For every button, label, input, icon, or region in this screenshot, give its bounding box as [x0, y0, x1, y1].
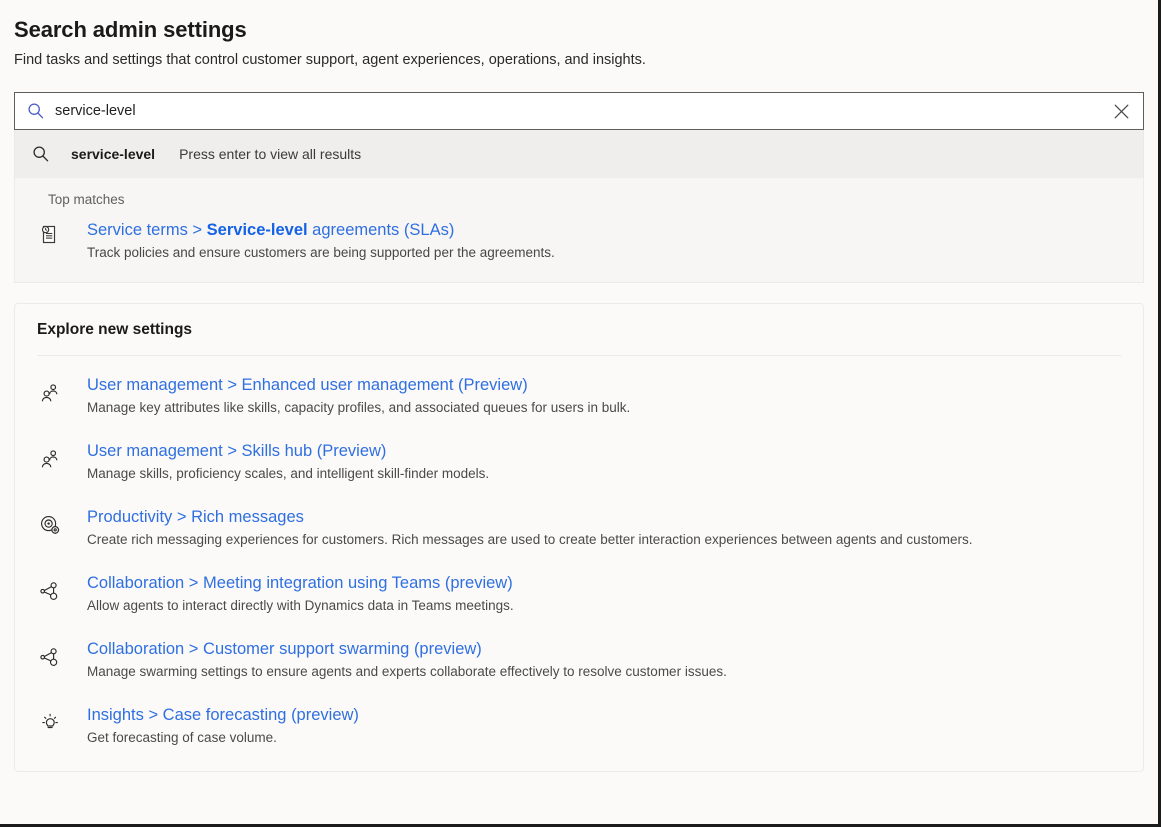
search-input[interactable] — [55, 99, 1107, 123]
top-match-description: Track policies and ensure customers are … — [87, 244, 1131, 262]
list-item-body: Collaboration > Meeting integration usin… — [87, 572, 1129, 615]
top-match-title-highlight: Service-level — [207, 221, 308, 239]
list-item-body: Productivity > Rich messages Create rich… — [87, 506, 1129, 549]
page-title: Search admin settings — [14, 16, 1144, 44]
share-network-icon — [37, 638, 63, 667]
close-icon — [1113, 103, 1130, 120]
list-item[interactable]: Collaboration > Customer support swarmin… — [15, 638, 1143, 704]
list-item[interactable]: Insights > Case forecasting (preview) Ge… — [15, 704, 1143, 755]
search-icon — [27, 145, 55, 163]
top-match-title-suffix: agreements (SLAs) — [308, 221, 455, 239]
list-item-body: User management > Skills hub (Preview) M… — [87, 440, 1129, 483]
list-item-title[interactable]: Insights > Case forecasting (preview) — [87, 704, 1129, 727]
list-item-description: Manage skills, proficiency scales, and i… — [87, 465, 1129, 483]
clear-search-button[interactable] — [1107, 97, 1135, 125]
list-item-description: Get forecasting of case volume. — [87, 729, 1129, 747]
lightbulb-icon — [37, 704, 63, 733]
people-icon — [37, 440, 63, 469]
list-item-description: Manage swarming settings to ensure agent… — [87, 663, 1129, 681]
list-item-title[interactable]: Collaboration > Customer support swarmin… — [87, 638, 1129, 661]
list-item[interactable]: User management > Enhanced user manageme… — [15, 374, 1143, 440]
suggestion-hint: Press enter to view all results — [179, 146, 361, 162]
list-item-description: Manage key attributes like skills, capac… — [87, 399, 1129, 417]
share-network-icon — [37, 572, 63, 601]
top-matches-label: Top matches — [15, 192, 1143, 219]
list-item-title[interactable]: Collaboration > Meeting integration usin… — [87, 572, 1129, 595]
top-match-title-prefix: Service terms > — [87, 221, 207, 239]
top-match-title[interactable]: Service terms > Service-level agreements… — [87, 219, 1131, 241]
list-item-body: User management > Enhanced user manageme… — [87, 374, 1129, 417]
document-clock-icon — [37, 219, 61, 244]
top-match-body: Service terms > Service-level agreements… — [87, 219, 1131, 262]
list-item-title[interactable]: User management > Skills hub (Preview) — [87, 440, 1129, 463]
top-matches-panel: Top matches Service terms > Service-leve… — [14, 178, 1144, 283]
search-admin-settings-page: Search admin settings Find tasks and set… — [0, 0, 1158, 772]
suggestion-term: service-level — [71, 146, 155, 162]
target-gear-icon — [37, 506, 63, 535]
explore-list: User management > Enhanced user manageme… — [15, 356, 1143, 771]
search-suggestion-row[interactable]: service-level Press enter to view all re… — [14, 130, 1144, 178]
people-icon — [37, 374, 63, 403]
list-item[interactable]: Productivity > Rich messages Create rich… — [15, 506, 1143, 572]
list-item-title[interactable]: User management > Enhanced user manageme… — [87, 374, 1129, 397]
list-item-title[interactable]: Productivity > Rich messages — [87, 506, 1129, 529]
list-item-description: Allow agents to interact directly with D… — [87, 597, 1129, 615]
search-box[interactable] — [14, 92, 1144, 130]
page-subtitle: Find tasks and settings that control cus… — [14, 50, 1144, 70]
search-area: service-level Press enter to view all re… — [14, 92, 1144, 283]
explore-heading: Explore new settings — [15, 304, 1143, 355]
top-match-item[interactable]: Service terms > Service-level agreements… — [15, 219, 1143, 268]
list-item[interactable]: User management > Skills hub (Preview) M… — [15, 440, 1143, 506]
explore-new-settings-card: Explore new settings User management > E… — [14, 303, 1144, 772]
list-item[interactable]: Collaboration > Meeting integration usin… — [15, 572, 1143, 638]
list-item-body: Insights > Case forecasting (preview) Ge… — [87, 704, 1129, 747]
list-item-description: Create rich messaging experiences for cu… — [87, 531, 1129, 549]
search-icon — [25, 100, 47, 122]
list-item-body: Collaboration > Customer support swarmin… — [87, 638, 1129, 681]
